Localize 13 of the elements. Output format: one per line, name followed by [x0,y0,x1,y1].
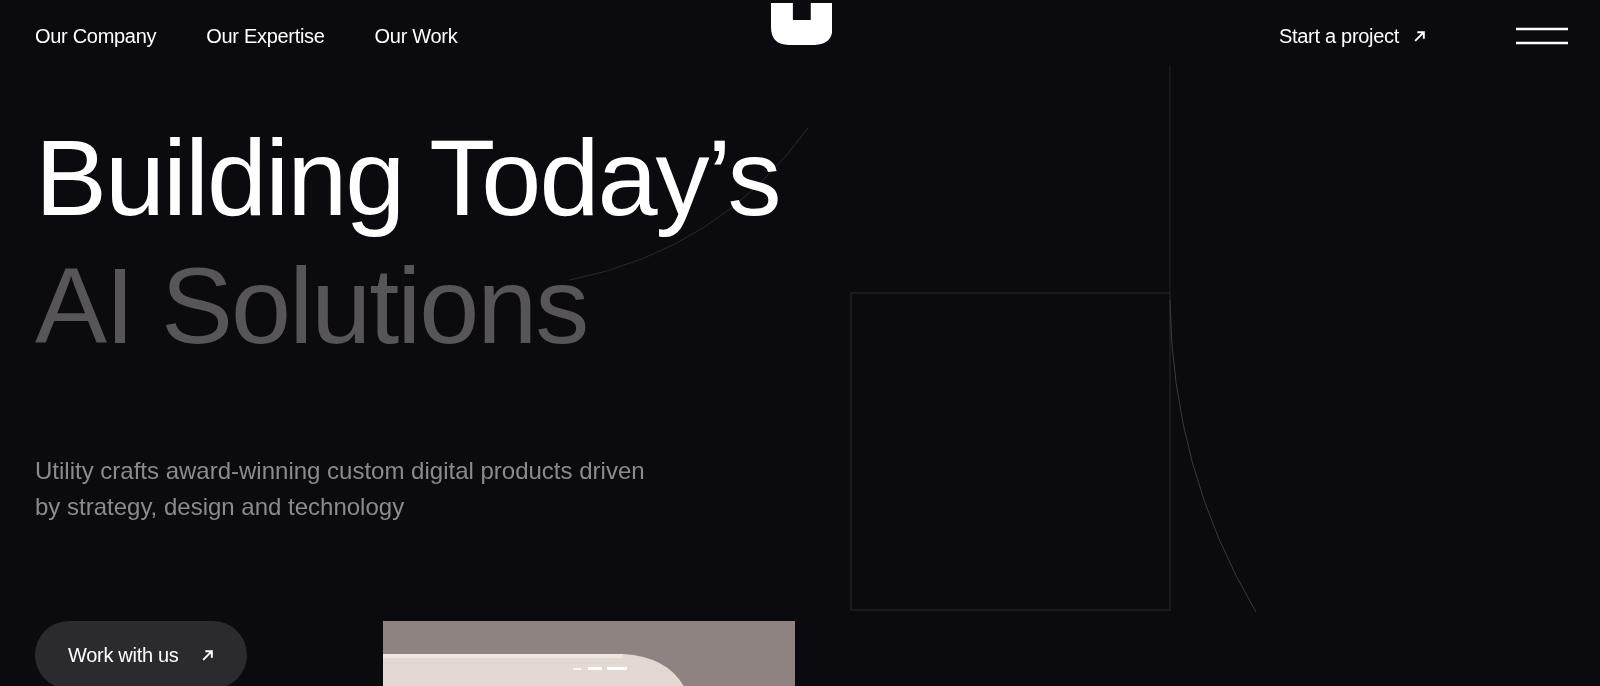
logo-icon[interactable] [770,3,833,45]
nav-link[interactable]: Our Expertise [206,24,325,48]
nav-link[interactable]: Our Company [35,24,157,48]
description: Utility crafts award-winning custom digital products driven by strategy, design and technology [35,456,646,522]
arrow-icon [1413,29,1426,43]
work-with-us-button[interactable]: Work with us [35,621,247,686]
menu-button[interactable] [1516,27,1568,45]
headline: Building Today’s [35,116,780,240]
headline: AI Solutions [35,244,588,368]
nav-link[interactable]: Our Work [374,24,458,48]
start-project-link[interactable]: Start a project [1279,24,1426,48]
menu-icon [1516,27,1568,45]
arrow-icon [200,648,214,662]
